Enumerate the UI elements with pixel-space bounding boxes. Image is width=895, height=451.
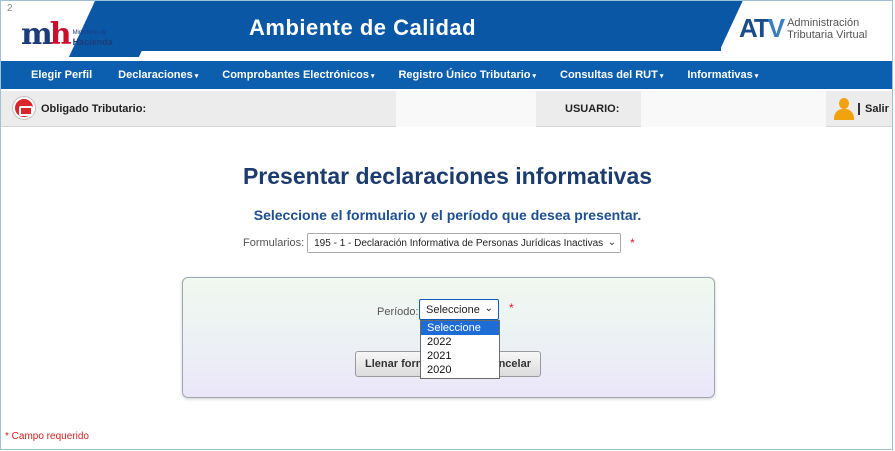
- environment-title: Ambiente de Calidad: [249, 15, 477, 40]
- formularios-row: Formularios: 195 - 1 - Declaración Infor…: [243, 233, 635, 253]
- periodo-option[interactable]: Seleccione: [421, 321, 499, 335]
- periodo-option[interactable]: 2022: [421, 335, 499, 349]
- required-marker: *: [630, 236, 635, 250]
- periodo-option[interactable]: 2020: [421, 363, 499, 377]
- nav-label: Declaraciones: [118, 69, 193, 81]
- chevron-down-icon: ▾: [754, 73, 759, 80]
- chevron-down-icon: ⌄: [484, 303, 493, 314]
- logout-link[interactable]: Salir: [858, 103, 889, 115]
- periodo-selected-value: Seleccione: [426, 303, 480, 316]
- logo-text: Ministerio de Hacienda: [73, 29, 113, 47]
- chevron-down-icon: ⌄: [604, 237, 617, 248]
- nav-registro-unico-tributario[interactable]: Registro Único Tributario ▾: [398, 69, 536, 81]
- periodo-select[interactable]: Seleccione ⌄: [419, 299, 499, 320]
- obligado-tributario-label: Obligado Tributario:: [41, 103, 147, 115]
- nav-label: Comprobantes Electrónicos: [222, 69, 369, 81]
- periodo-label: Período:: [377, 306, 419, 318]
- chevron-down-icon: ▾: [370, 73, 375, 80]
- main-nav: Elegir Perfil Declaraciones ▾ Comprobante…: [1, 61, 892, 89]
- page-subtitle: Seleccione el formulario y el período qu…: [253, 207, 642, 223]
- atv-text-line2: Tributaria Virtual: [787, 28, 868, 41]
- atv-letters: ATV: [739, 13, 785, 44]
- page-number: 2: [7, 3, 13, 14]
- nav-declaraciones[interactable]: Declaraciones ▾: [118, 69, 198, 81]
- logo-letters: mh: [21, 20, 72, 50]
- logo-text-big: Hacienda: [72, 37, 113, 47]
- atv-logo: ATV Administración Tributaria Virtual: [739, 13, 867, 44]
- formularios-select[interactable]: 195 - 1 - Declaración Informativa de Per…: [307, 233, 622, 253]
- nav-label: Elegir Perfil: [31, 69, 93, 81]
- taxpayer-value-area: [396, 91, 536, 127]
- atv-text-line1: Administración: [787, 16, 860, 29]
- page-title: Presentar declaraciones informativas: [242, 163, 653, 189]
- usuario-label: USUARIO:: [565, 103, 620, 115]
- chevron-down-icon: ▾: [194, 73, 199, 80]
- periodo-dropdown-list: Seleccione 2022 2021 2020: [420, 320, 500, 379]
- header-banner: 2 mh Ministerio de Hacienda Ambiente de …: [1, 1, 892, 57]
- user-icon: [834, 98, 854, 120]
- atv-letter-v: V: [767, 13, 785, 43]
- user-icon-head: [839, 98, 849, 109]
- nav-informativas[interactable]: Informativas ▾: [687, 69, 758, 81]
- chevron-down-icon: ▾: [532, 73, 537, 80]
- user-icon-body: [834, 109, 854, 120]
- periodo-option[interactable]: 2021: [421, 349, 499, 363]
- logo-letter-m: m: [21, 17, 53, 52]
- formularios-selected-value: 195 - 1 - Declaración Informativa de Per…: [314, 237, 604, 249]
- page-frame: 2 mh Ministerio de Hacienda Ambiente de …: [0, 0, 893, 450]
- required-field-note: * Campo requerido: [5, 431, 89, 442]
- formularios-label: Formularios:: [243, 237, 305, 249]
- nav-label: Informativas: [687, 69, 753, 81]
- atv-letters-at: AT: [739, 13, 770, 43]
- ministerio-hacienda-logo: mh Ministerio de Hacienda: [21, 20, 113, 50]
- required-marker: *: [509, 301, 514, 315]
- nav-label: Registro Único Tributario: [398, 69, 531, 81]
- nav-elegir-perfil[interactable]: Elegir Perfil: [31, 69, 94, 81]
- user-value-area: [641, 91, 826, 127]
- atv-text: Administración Tributaria Virtual: [787, 17, 867, 41]
- briefcase-icon: [13, 97, 35, 119]
- chevron-down-icon: ▾: [659, 73, 664, 80]
- nav-label: Consultas del RUT: [560, 69, 658, 81]
- nav-comprobantes-electronicos[interactable]: Comprobantes Electrónicos ▾: [222, 69, 374, 81]
- logo-letter-h: h: [49, 17, 72, 52]
- nav-consultas-rut[interactable]: Consultas del RUT ▾: [560, 69, 663, 81]
- taxpayer-info-bar: Obligado Tributario: USUARIO: Salir: [1, 91, 892, 127]
